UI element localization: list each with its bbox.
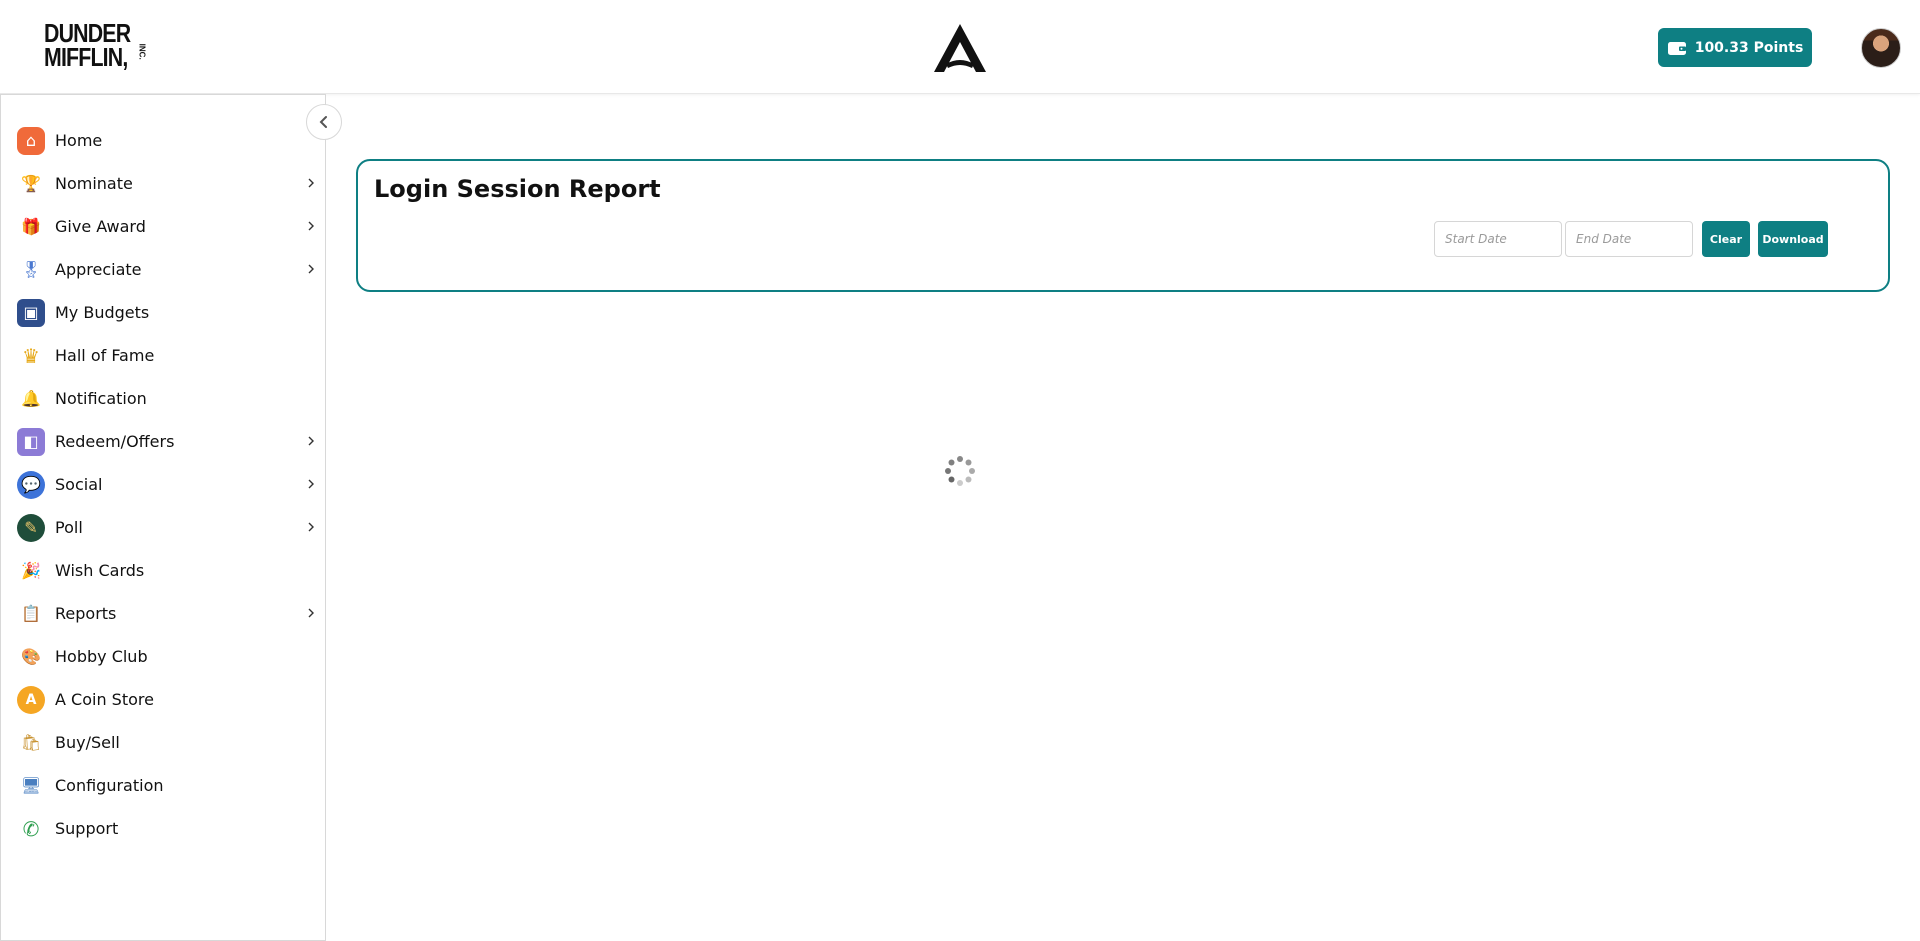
sidebar-item-configuration[interactable]: 🖥 Configuration [1,764,327,807]
chevron-right-icon [308,436,314,446]
sidebar: ⌂ Home 🏆 Nominate 🎁 Give Award 🎖 Appreci… [0,94,326,941]
sidebar-item-hobby-club[interactable]: 🎨 Hobby Club [1,635,327,678]
dunder-mifflin-logo[interactable]: DUNDER MIFFLIN, INC. [44,20,147,74]
sidebar-item-label: Configuration [55,776,164,795]
sidebar-item-label: Hall of Fame [55,346,155,365]
chat-icon: 💬 [17,470,45,499]
gift-icon: 🎁 [21,216,41,236]
sidebar-item-give-award[interactable]: 🎁 Give Award [1,205,327,248]
sidebar-item-label: Hobby Club [55,647,148,666]
login-session-report-panel: Login Session Report Clear Download [356,159,1890,292]
chevron-right-icon [308,178,314,188]
party-popper-icon: 🎉 [21,560,41,580]
phone-icon: ✆ [22,816,40,841]
poll-icon: ✎ [17,513,45,542]
download-button[interactable]: Download [1758,221,1828,257]
purse-icon: ◧ [17,427,45,456]
coin-icon: A [17,685,45,714]
loading-spinner-icon [945,456,975,486]
monitor-icon: 🖥 [20,775,42,795]
sidebar-item-hall-of-fame[interactable]: ♛ Hall of Fame [1,334,327,377]
sidebar-item-label: Buy/Sell [55,733,120,752]
shopping-bags-icon: 🛍 [20,732,42,752]
sidebar-item-social[interactable]: 💬 Social [1,463,327,506]
chevron-right-icon [308,221,314,231]
chevron-right-icon [308,264,314,274]
bell-icon: 🔔 [21,388,41,408]
home-icon: ⌂ [17,126,45,155]
logo-line-2: MIFFLIN, [44,41,128,72]
sidebar-item-label: Support [55,819,119,838]
sidebar-item-appreciate[interactable]: 🎖 Appreciate [1,248,327,291]
sidebar-item-label: Notification [55,389,147,408]
top-header: DUNDER MIFFLIN, INC. 100.33 Points [0,0,1920,94]
sidebar-item-nominate[interactable]: 🏆 Nominate [1,162,327,205]
chevron-right-icon [308,479,314,489]
palette-icon: 🎨 [21,646,41,666]
chevron-right-icon [308,608,314,618]
clipboard-icon: 📋 [21,603,41,623]
sidebar-item-label: Poll [55,518,83,537]
a-logo-icon[interactable] [932,22,988,74]
chevron-right-icon [308,522,314,532]
sidebar-item-notification[interactable]: 🔔 Notification [1,377,327,420]
sidebar-item-label: A Coin Store [55,690,154,709]
sidebar-item-label: Wish Cards [55,561,145,580]
points-label: 100.33 Points [1694,39,1804,56]
sidebar-item-home[interactable]: ⌂ Home [1,119,327,162]
sidebar-item-label: Social [55,475,103,494]
sidebar-item-my-budgets[interactable]: ▣ My Budgets [1,291,327,334]
sidebar-item-label: Nominate [55,174,133,193]
logo-suffix: INC. [137,43,147,60]
sidebar-item-support[interactable]: ✆ Support [1,807,327,850]
end-date-input[interactable] [1565,221,1693,257]
sidebar-item-label: Reports [55,604,117,623]
user-avatar[interactable] [1861,28,1901,68]
wallet-icon: ▣ [17,298,45,327]
clear-button[interactable]: Clear [1702,221,1750,257]
sidebar-item-wish-cards[interactable]: 🎉 Wish Cards [1,549,327,592]
sidebar-item-redeem-offers[interactable]: ◧ Redeem/Offers [1,420,327,463]
sidebar-item-reports[interactable]: 📋 Reports [1,592,327,635]
trophy-icon: 🏆 [21,173,41,193]
ribbon-icon: 🎖 [20,259,42,279]
crown-icon: ♛ [22,343,40,368]
wallet-icon [1667,41,1686,55]
sidebar-item-a-coin-store[interactable]: A A Coin Store [1,678,327,721]
chevron-left-icon [319,116,327,128]
sidebar-nav: ⌂ Home 🏆 Nominate 🎁 Give Award 🎖 Appreci… [1,119,327,850]
sidebar-item-buy-sell[interactable]: 🛍 Buy/Sell [1,721,327,764]
page-title: Login Session Report [374,175,661,203]
sidebar-collapse-button[interactable] [306,104,342,140]
points-button[interactable]: 100.33 Points [1658,28,1812,67]
sidebar-item-label: Home [55,131,103,150]
sidebar-item-poll[interactable]: ✎ Poll [1,506,327,549]
sidebar-item-label: Redeem/Offers [55,432,175,451]
sidebar-item-label: Appreciate [55,260,142,279]
sidebar-item-label: My Budgets [55,303,150,322]
start-date-input[interactable] [1434,221,1562,257]
sidebar-item-label: Give Award [55,217,146,236]
